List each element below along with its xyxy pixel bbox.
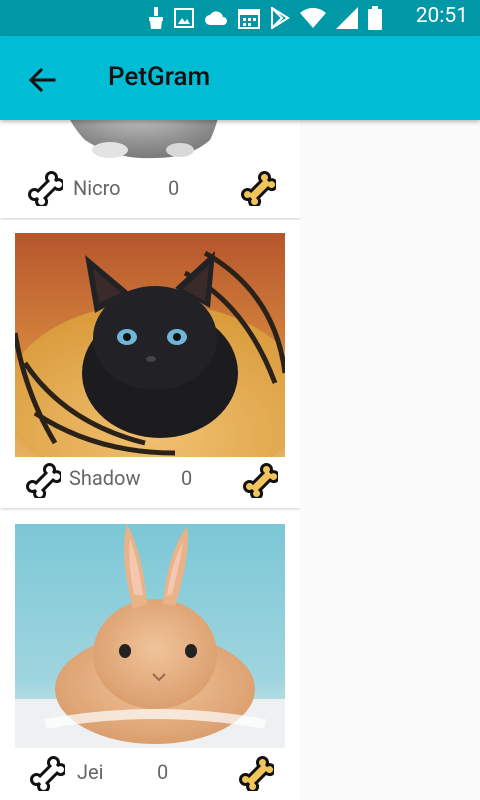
card-footer: Nicro 0	[0, 164, 300, 214]
calendar-icon	[238, 9, 260, 29]
play-store-icon	[271, 7, 290, 29]
bone-outline-icon[interactable]	[25, 751, 65, 791]
pet-card: Jei 0	[0, 511, 300, 800]
bone-filled-icon[interactable]	[236, 166, 276, 206]
bone-filled-icon[interactable]	[234, 751, 274, 791]
bone-outline-icon[interactable]	[21, 458, 61, 498]
signal-icon	[336, 7, 358, 29]
app-bar: PetGram	[0, 36, 480, 120]
gray-kitten-photo[interactable]	[15, 120, 285, 160]
wifi-icon	[300, 7, 326, 28]
bone-outline-icon[interactable]	[23, 166, 63, 206]
pet-feed[interactable]: Nicro 0 Shadow 0 Jei 0	[0, 120, 300, 800]
pet-card: Nicro 0	[0, 120, 300, 218]
app-title: PetGram	[108, 62, 211, 92]
cloud-icon	[205, 11, 227, 25]
status-icons	[148, 6, 382, 30]
pet-card: Shadow 0	[0, 220, 300, 508]
status-time: 20:51	[415, 4, 468, 28]
black-kitten-photo[interactable]	[15, 233, 285, 457]
battery-icon	[368, 6, 382, 30]
arrow-back-icon[interactable]	[26, 64, 58, 96]
pet-name: Jei	[77, 760, 104, 784]
empty-pane	[301, 120, 480, 800]
pet-name: Nicro	[73, 176, 121, 200]
like-count: 0	[168, 176, 180, 200]
card-footer: Jei 0	[0, 749, 300, 799]
like-count: 0	[157, 760, 169, 784]
bone-filled-icon[interactable]	[238, 458, 278, 498]
bunny-photo[interactable]	[15, 524, 285, 748]
pet-name: Shadow	[69, 466, 141, 490]
cleaner-icon	[149, 7, 163, 29]
status-bar: 20:51	[0, 0, 480, 36]
image-icon	[174, 8, 194, 28]
card-footer: Shadow 0	[0, 456, 300, 506]
like-count: 0	[181, 466, 193, 490]
